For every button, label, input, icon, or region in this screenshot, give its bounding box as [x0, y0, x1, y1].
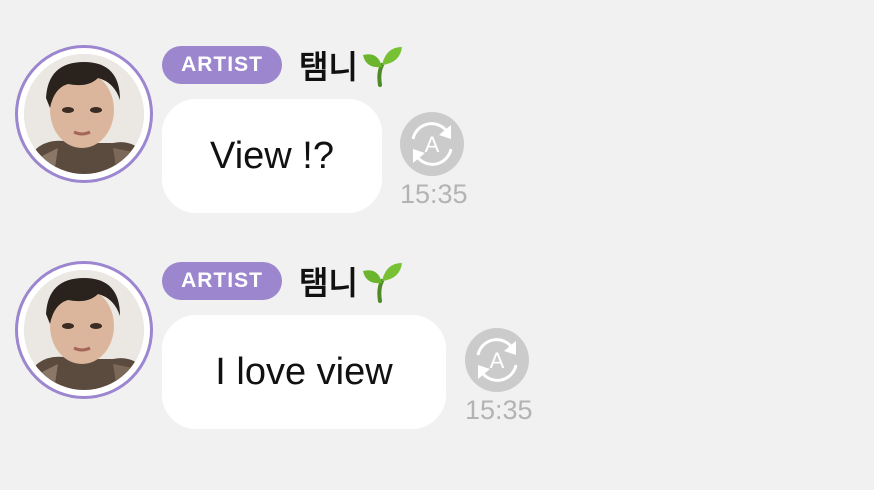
- chat-message: ARTIST 탬니 I love view A 15:35: [0, 216, 874, 429]
- avatar-photo: [24, 270, 144, 390]
- message-bubble[interactable]: I love view: [162, 315, 446, 429]
- translate-icon[interactable]: A: [464, 327, 530, 393]
- timestamp: 15:35: [465, 395, 533, 425]
- sender-line: 탬니: [299, 42, 404, 88]
- svg-text:A: A: [425, 132, 440, 157]
- avatar-photo: [24, 54, 144, 174]
- timestamp: 15:35: [400, 179, 468, 209]
- sender-line: 탬니: [299, 258, 404, 304]
- chat-message: ARTIST 탬니 View !? A 15:35: [0, 0, 874, 213]
- sender-name: 탬니: [299, 48, 358, 86]
- artist-badge: ARTIST: [162, 262, 282, 300]
- avatar[interactable]: [15, 261, 153, 399]
- seedling-icon: [362, 263, 402, 303]
- artist-badge: ARTIST: [162, 46, 282, 84]
- avatar[interactable]: [15, 45, 153, 183]
- message-bubble[interactable]: View !?: [162, 99, 382, 213]
- svg-text:A: A: [490, 348, 505, 373]
- seedling-icon: [362, 47, 402, 87]
- sender-name: 탬니: [299, 264, 358, 302]
- translate-icon[interactable]: A: [399, 111, 465, 177]
